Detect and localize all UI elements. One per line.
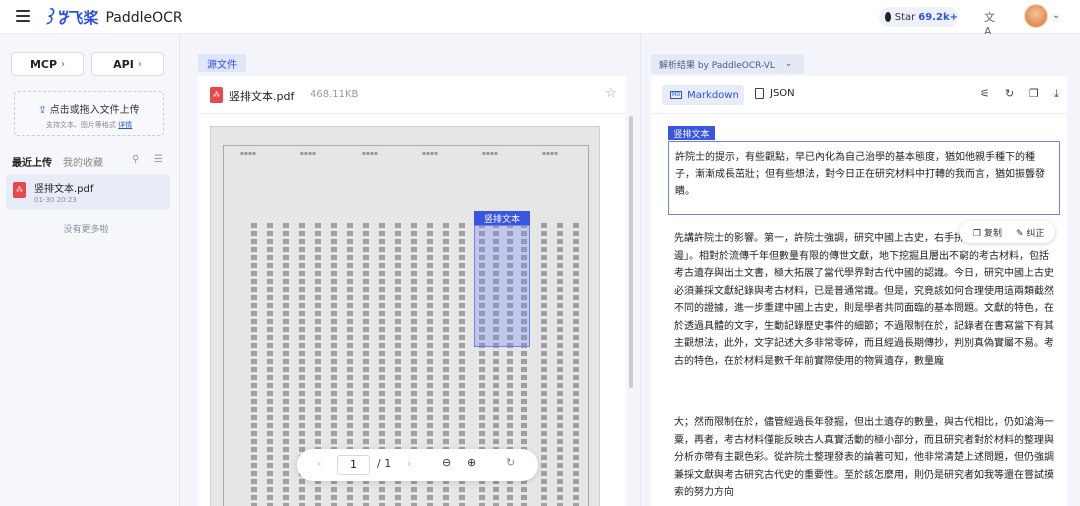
page-header-mark: ▪▪▪▪ [299, 150, 317, 157]
page-header-mark: ▪▪▪▪ [361, 150, 379, 157]
filter-icon[interactable]: ☰ [154, 154, 163, 165]
result-paragraph: 先講許院士的影響。第一，許院士強調，研究中國上古史，右手拼考古，不能只抓一邊」。… [674, 233, 1054, 367]
page-controls: ‹ 1 / 1 › ⊖ ⊕ ↻ [297, 449, 538, 481]
text-column [267, 223, 273, 506]
copy-icon[interactable]: ❐ [1029, 87, 1039, 100]
block-label: 竖排文本 [668, 126, 715, 140]
text-column [283, 223, 289, 506]
list-item[interactable]: ⁂ 竖排文本.pdf 01-30 20:23 [6, 174, 170, 210]
api-label: API [113, 57, 134, 71]
sidebar: MCP › API › ⇪ 点击或拖入文件上传 支持文本、图片等格式 详情 最近上传 … [0, 34, 180, 506]
zoom-in-icon[interactable]: ⊕ [467, 456, 476, 469]
reset-icon[interactable]: ↻ [506, 456, 515, 469]
result-header: MD Markdown JSON ⚟ ↻ ❐ ⤓ [651, 76, 1067, 114]
source-file-name: 竖排文本.pdf [229, 90, 295, 103]
chevron-right-icon: › [137, 58, 142, 70]
json-icon [755, 88, 764, 99]
download-icon[interactable]: ⤓ [1054, 87, 1059, 101]
settings-sliders-icon[interactable]: ⚟ [980, 87, 990, 100]
page-header-mark: ▪▪▪▪ [239, 150, 257, 157]
result-title: 解析结果 by PaddleOCR-VL [659, 60, 775, 71]
highlight-label: 竖排文本 [474, 211, 530, 225]
upload-dropzone[interactable]: ⇪ 点击或拖入文件上传 支持文本、图片等格式 详情 [14, 91, 164, 136]
page-header-mark: ▪▪▪▪ [481, 150, 499, 157]
scrollbar[interactable] [629, 116, 633, 388]
markdown-icon: MD [670, 91, 683, 99]
avatar[interactable] [1024, 4, 1048, 28]
result-content[interactable]: 竖排文本 許院士的提示，有些觀點，早已內化為自己治學的基本態度，猶如他親手種下的… [651, 114, 1067, 506]
tab-favorites[interactable]: 我的收藏 [63, 154, 103, 169]
upload-icon: ⇪ [38, 105, 47, 116]
chevron-left-icon[interactable]: ‹ [317, 457, 321, 470]
page-header-mark: ▪▪▪▪ [421, 150, 439, 157]
source-header: ⁂ 竖排文本.pdf 468.11KB ☆ [198, 76, 626, 114]
api-button[interactable]: API › [91, 52, 164, 76]
mcp-button[interactable]: MCP › [11, 52, 84, 76]
chevron-right-icon[interactable]: › [407, 457, 411, 470]
source-panel: 源文件 ⁂ 竖排文本.pdf 468.11KB ☆ ▪▪▪▪ ▪▪▪▪ ▪▪▪▪… [180, 34, 640, 506]
github-icon [885, 12, 891, 22]
copy-label: 复制 [983, 229, 1002, 239]
page-number-input[interactable]: 1 [337, 455, 370, 475]
star-label: Star [894, 11, 916, 23]
highlighted-block[interactable]: 許院士的提示，有些觀點，早已內化為自己治學的基本態度，猶如他親手種下的種子，漸漸… [668, 141, 1060, 215]
chevron-down-icon[interactable]: ⌄ [1052, 10, 1060, 21]
chevron-right-icon: › [61, 58, 66, 70]
refresh-icon[interactable]: ↻ [1005, 87, 1014, 100]
tab-recent[interactable]: 最近上传 [12, 154, 52, 169]
star-count: 69.2k+ [918, 11, 958, 23]
result-title-dropdown[interactable]: 解析结果 by PaddleOCR-VL ⌄ [651, 54, 804, 74]
text-column [557, 223, 563, 506]
source-file-size: 468.11KB [310, 89, 359, 100]
menu-icon[interactable] [16, 10, 30, 22]
logo-mark: ꒱ꗌ [42, 8, 68, 29]
page-header-mark: ▪▪▪▪ [541, 150, 559, 157]
document-viewer[interactable]: ▪▪▪▪ ▪▪▪▪ ▪▪▪▪ ▪▪▪▪ ▪▪▪▪ ▪▪▪▪ 竖排文本 [198, 114, 626, 506]
tab-markdown-label: Markdown [687, 89, 739, 101]
logo[interactable]: ꒱ꗌ 飞桨 PaddleOCR [42, 6, 183, 29]
text-column [573, 223, 579, 506]
github-star-button[interactable]: Star 69.2k+ [879, 7, 958, 27]
fix-label: 纠正 [1026, 229, 1045, 239]
block-actions-popover: ❐ 复制 ✎ 纠正 [959, 221, 1055, 243]
text-column [541, 223, 547, 506]
copy-button[interactable]: ❐ 复制 [973, 226, 1002, 239]
star-icon[interactable]: ☆ [605, 86, 617, 101]
page-total: / 1 [377, 457, 392, 470]
highlight-region[interactable] [474, 225, 530, 347]
result-panel: 解析结果 by PaddleOCR-VL ⌄ MD Markdown JSON … [640, 34, 1080, 506]
tab-source-file[interactable]: 源文件 [198, 54, 246, 72]
file-name: 竖排文本.pdf [34, 184, 94, 195]
chevron-down-icon: ⌄ [784, 59, 793, 69]
zoom-out-icon[interactable]: ⊖ [442, 456, 451, 469]
fix-button[interactable]: ✎ 纠正 [1016, 226, 1044, 239]
no-more-text: 没有更多啦 [63, 225, 109, 235]
upload-main-text: 点击或拖入文件上传 [49, 105, 140, 116]
tab-markdown[interactable]: MD Markdown [662, 85, 744, 105]
tab-json-label: JSON [770, 88, 795, 99]
search-icon[interactable]: ⚲ [132, 154, 139, 165]
result-paragraph: 大；然而限制在於，儘管經過長年發掘，但出土遺存的數量，與古代相比，仍如滄海一粟，… [674, 417, 1054, 498]
tab-json[interactable]: JSON [755, 88, 795, 99]
translate-icon[interactable]: 文A [984, 9, 998, 38]
upload-sub-text: 支持文本、图片等格式 [45, 121, 116, 129]
mcp-label: MCP [29, 57, 58, 71]
upload-details-link[interactable]: 详情 [118, 121, 132, 129]
text-column [251, 223, 257, 506]
logo-cn-text: 飞桨 [68, 9, 99, 27]
top-bar: ꒱ꗌ 飞桨 PaddleOCR Star 69.2k+ 文A ⌄ [0, 0, 1080, 38]
pdf-icon: ⁂ [13, 182, 26, 198]
pdf-icon: ⁂ [210, 87, 223, 103]
app-name: PaddleOCR [105, 9, 183, 26]
file-date: 01-30 20:23 [34, 196, 77, 204]
